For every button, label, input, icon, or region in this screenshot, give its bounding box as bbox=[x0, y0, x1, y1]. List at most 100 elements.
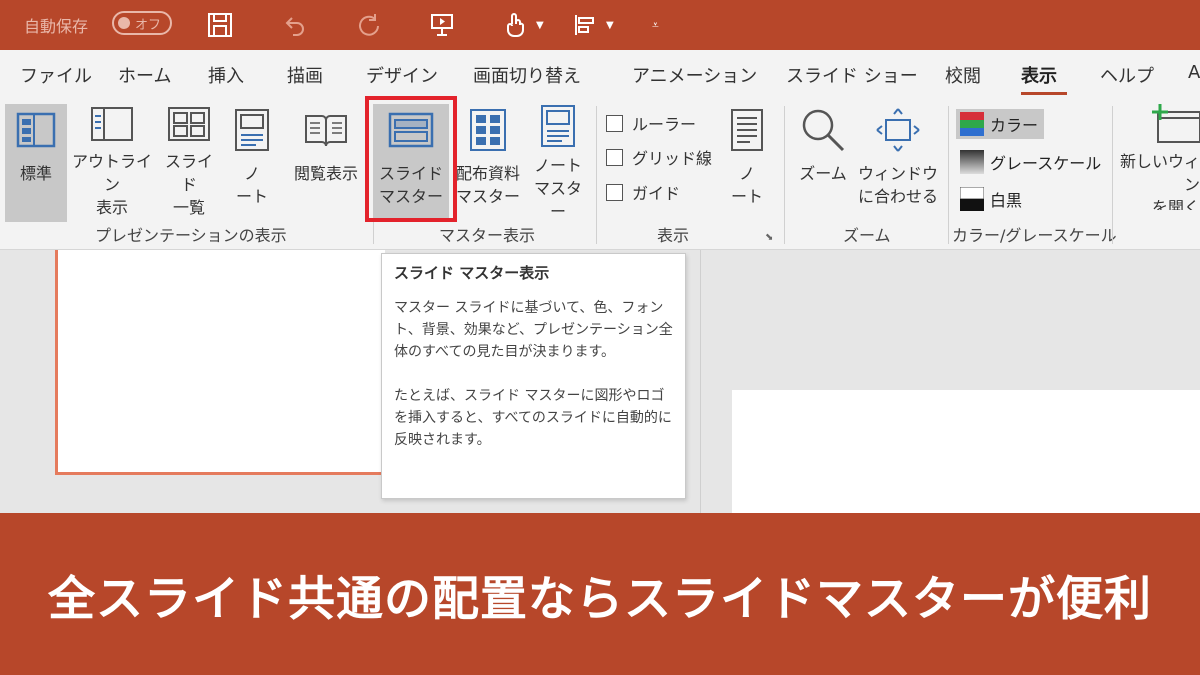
touch-dropdown-icon[interactable]: ▼ bbox=[536, 0, 544, 50]
notes-master-label: ノート マスター bbox=[533, 156, 582, 221]
handout-master-icon bbox=[468, 104, 508, 156]
notes-master-icon bbox=[540, 104, 576, 148]
color-label: カラー bbox=[990, 116, 1039, 135]
active-tab-underline bbox=[1021, 92, 1067, 95]
reading-view-button[interactable]: 閲覧表示 bbox=[284, 104, 368, 210]
tooltip-example: たとえば、スライド マスターに図形やロゴを挿入すると、すべてのスライドに自動的に… bbox=[394, 388, 672, 448]
notes-page-label: ノ ート bbox=[235, 164, 268, 206]
group-label-presentation-views: プレゼンテーションの表示 bbox=[95, 226, 287, 245]
normal-view-label: 標準 bbox=[19, 164, 52, 183]
tab-home[interactable]: ホーム bbox=[118, 62, 171, 88]
group-label-show: 表示 bbox=[657, 226, 690, 245]
group-separator bbox=[1112, 106, 1113, 244]
save-icon[interactable] bbox=[203, 0, 237, 50]
notes-icon bbox=[730, 104, 764, 156]
group-separator bbox=[596, 106, 597, 244]
new-window-icon bbox=[1118, 104, 1200, 144]
grayscale-option[interactable]: グレースケール bbox=[956, 147, 1107, 177]
zoom-label: ズーム bbox=[799, 164, 847, 183]
autosave-toggle-state: オフ bbox=[135, 17, 162, 33]
slide-master-highlight bbox=[365, 96, 457, 222]
outline-view-label: アウトライン 表示 bbox=[71, 152, 152, 217]
reading-view-label: 閲覧表示 bbox=[293, 164, 358, 183]
ribbon: 標準 アウトライン 表示 スライド 一覧 ノ ート 閲覧表示 プレゼンテーション… bbox=[0, 98, 1200, 250]
slide-canvas[interactable] bbox=[732, 390, 1200, 513]
color-swatch-icon bbox=[960, 112, 984, 136]
tab-animations[interactable]: アニメーション bbox=[632, 62, 757, 88]
touch-mode-icon[interactable] bbox=[498, 0, 532, 50]
tab-transitions[interactable]: 画面切り替え bbox=[473, 62, 581, 88]
normal-view-button[interactable]: 標準 bbox=[5, 104, 67, 222]
tab-design[interactable]: デザイン bbox=[366, 62, 438, 88]
normal-view-icon bbox=[16, 104, 56, 156]
outline-view-icon bbox=[90, 104, 134, 144]
guides-label: ガイド bbox=[632, 184, 681, 203]
group-label-zoom: ズーム bbox=[843, 226, 891, 245]
undo-icon[interactable] bbox=[278, 0, 312, 50]
toggle-knob bbox=[118, 17, 130, 29]
group-separator bbox=[784, 106, 785, 244]
align-dropdown-icon[interactable]: ▼ bbox=[606, 0, 614, 50]
grayscale-label: グレースケール bbox=[990, 154, 1102, 173]
grayscale-swatch-icon bbox=[960, 150, 984, 174]
ribbon-tabs: ファイル ホーム 挿入 描画 デザイン 画面切り替え アニメーション スライド … bbox=[0, 50, 1200, 98]
handout-master-button[interactable]: 配布資料 マスター bbox=[451, 104, 525, 210]
tab-help[interactable]: ヘルプ bbox=[1100, 62, 1154, 88]
new-window-label: 新しいウィン を開く bbox=[1119, 152, 1200, 210]
slide-sorter-icon bbox=[167, 104, 211, 144]
outline-view-button[interactable]: アウトライン 表示 bbox=[70, 104, 154, 217]
pane-divider[interactable] bbox=[700, 250, 701, 513]
redo-icon[interactable] bbox=[352, 0, 386, 50]
slide-thumbnail[interactable] bbox=[55, 250, 385, 475]
guides-checkbox-box[interactable] bbox=[606, 183, 623, 201]
notes-master-button[interactable]: ノート マスター bbox=[527, 104, 589, 221]
slide-sorter-label: スライド 一覧 bbox=[164, 152, 213, 217]
tab-review[interactable]: 校閲 bbox=[945, 62, 981, 88]
title-bar: 自動保存 オフ ▼ ▼ ⩡ bbox=[0, 0, 1200, 50]
group-separator bbox=[948, 106, 949, 244]
notes-label: ノ ート bbox=[730, 164, 763, 206]
gridlines-checkbox-box[interactable] bbox=[606, 148, 623, 166]
zoom-button[interactable]: ズーム bbox=[792, 104, 854, 210]
group-label-master-views: マスター表示 bbox=[439, 226, 536, 245]
tab-overflow[interactable]: A bbox=[1188, 62, 1200, 83]
customize-toolbar-icon[interactable]: ⩡ bbox=[652, 0, 659, 50]
present-from-start-icon[interactable] bbox=[425, 0, 459, 50]
align-icon[interactable] bbox=[568, 0, 602, 50]
tab-view[interactable]: 表示 bbox=[1021, 62, 1057, 88]
ruler-checkbox-box[interactable] bbox=[606, 114, 623, 132]
tab-slideshow[interactable]: スライド ショー bbox=[786, 62, 918, 88]
notes-page-icon bbox=[234, 104, 270, 156]
ruler-checkbox[interactable]: ルーラー bbox=[606, 110, 696, 136]
black-white-label: 白黒 bbox=[990, 191, 1023, 210]
slide-master-tooltip: スライド マスター表示 マスター スライドに基づいて、色、フォント、背景、効果な… bbox=[381, 253, 686, 499]
tab-file[interactable]: ファイル bbox=[20, 62, 92, 88]
ruler-label: ルーラー bbox=[632, 115, 697, 134]
notes-button[interactable]: ノ ート bbox=[720, 104, 774, 210]
dialog-launcher-icon[interactable]: ⬊ bbox=[765, 232, 773, 243]
caption-banner: 全スライド共通の配置ならスライドマスターが便利 bbox=[0, 513, 1200, 675]
autosave-label: 自動保存 bbox=[24, 17, 89, 36]
gridlines-checkbox[interactable]: グリッド線 bbox=[606, 144, 712, 170]
tooltip-title: スライド マスター表示 bbox=[394, 264, 550, 282]
reading-view-icon bbox=[302, 104, 350, 156]
tab-insert[interactable]: 挿入 bbox=[208, 62, 244, 88]
guides-checkbox[interactable]: ガイド bbox=[606, 179, 680, 205]
notes-page-button[interactable]: ノ ート bbox=[228, 104, 276, 210]
fit-to-window-button[interactable]: ウィンドウ に合わせる bbox=[855, 104, 941, 210]
autosave-toggle[interactable]: オフ bbox=[112, 11, 172, 35]
black-white-swatch-icon bbox=[960, 187, 984, 211]
tab-draw[interactable]: 描画 bbox=[287, 62, 323, 88]
handout-master-label: 配布資料 マスター bbox=[455, 164, 520, 206]
slide-sorter-button[interactable]: スライド 一覧 bbox=[158, 104, 220, 217]
group-label-color-grayscale: カラー/グレースケール bbox=[952, 226, 1117, 245]
zoom-icon bbox=[800, 104, 846, 156]
fit-to-window-icon bbox=[875, 104, 921, 156]
gridlines-label: グリッド線 bbox=[632, 149, 713, 168]
black-white-option[interactable]: 白黒 bbox=[956, 184, 1028, 214]
caption-text: 全スライド共通の配置ならスライドマスターが便利 bbox=[48, 571, 1152, 627]
tooltip-description: マスター スライドに基づいて、色、フォント、背景、効果など、プレゼンテーション全… bbox=[394, 300, 673, 360]
color-option[interactable]: カラー bbox=[956, 109, 1045, 139]
new-window-button[interactable]: 新しいウィン を開く bbox=[1118, 104, 1200, 210]
fit-to-window-label: ウィンドウ に合わせる bbox=[857, 164, 938, 206]
